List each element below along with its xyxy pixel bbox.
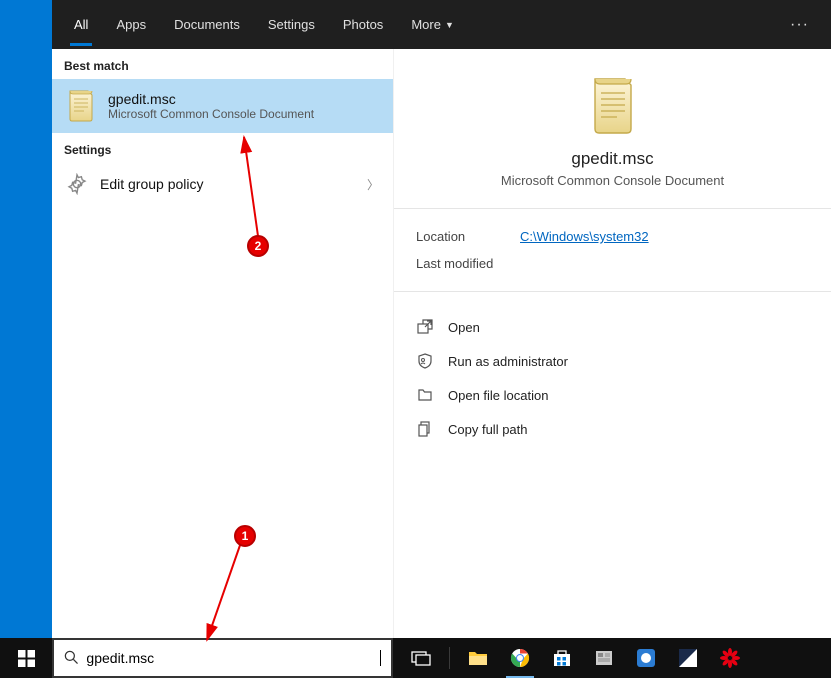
annotation-overlay — [0, 0, 831, 678]
